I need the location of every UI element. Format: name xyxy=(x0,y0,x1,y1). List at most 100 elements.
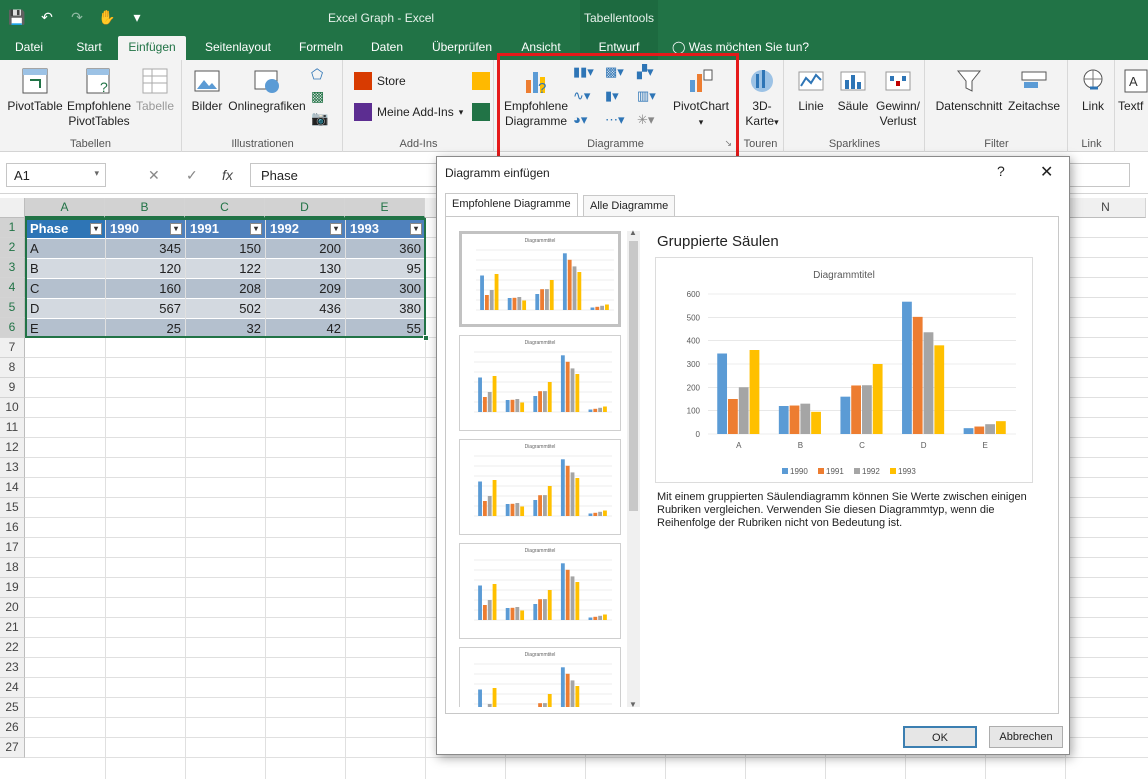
chart-thumbnail[interactable]: Diagrammtitel xyxy=(459,335,621,431)
bar xyxy=(517,297,522,310)
row-header[interactable]: 21 xyxy=(0,618,25,638)
row-header[interactable]: 20 xyxy=(0,598,25,618)
tab-empfohlene-diagramme[interactable]: Empfohlene Diagramme xyxy=(445,193,578,217)
sparkline-linie-button[interactable]: Linie xyxy=(793,66,829,114)
column-header[interactable]: C xyxy=(185,198,265,218)
zeitachse-button[interactable]: Zeitachse xyxy=(1006,66,1062,114)
link-button[interactable]: Link xyxy=(1073,66,1113,114)
chart-thumbnail[interactable]: Diagrammtitel xyxy=(459,543,621,639)
row-header[interactable]: 26 xyxy=(0,718,25,738)
bing-maps-icon[interactable] xyxy=(472,72,490,90)
tab-alle-diagramme[interactable]: Alle Diagramme xyxy=(583,195,676,217)
bar xyxy=(487,600,492,620)
row-header[interactable]: 7 xyxy=(0,338,25,358)
bar xyxy=(902,301,912,434)
bar xyxy=(577,272,582,310)
lightbulb-icon: ◯ xyxy=(672,40,686,54)
onlinegrafiken-button[interactable]: Onlinegrafiken xyxy=(227,66,307,114)
sparkline-gewinn-verlust-button[interactable]: Gewinn/ Verlust xyxy=(873,66,923,129)
row-header[interactable]: 13 xyxy=(0,458,25,478)
tab-start[interactable]: Start xyxy=(66,36,112,60)
tab-datei[interactable]: Datei xyxy=(6,36,52,60)
store-button[interactable]: Store xyxy=(354,72,406,90)
row-header[interactable]: 22 xyxy=(0,638,25,658)
help-icon[interactable]: ? xyxy=(997,163,1005,179)
row-header[interactable]: 15 xyxy=(0,498,25,518)
row-header[interactable]: 24 xyxy=(0,678,25,698)
row-header[interactable]: 17 xyxy=(0,538,25,558)
insert-function-icon[interactable]: fx xyxy=(222,167,233,183)
smartart-icon[interactable]: ▩ xyxy=(311,88,337,110)
cancel-icon[interactable]: ✕ xyxy=(148,167,160,184)
svg-text:A: A xyxy=(1129,74,1138,89)
row-header[interactable]: 16 xyxy=(0,518,25,538)
datenschnitt-button[interactable]: Datenschnitt xyxy=(934,66,1004,114)
quick-access-toolbar: 💾 ↶ ↷ ✋ ▾ xyxy=(6,6,148,28)
tabelle-button[interactable]: Tabelle xyxy=(134,66,176,114)
column-header[interactable]: E xyxy=(345,198,425,218)
tab-daten[interactable]: Daten xyxy=(362,36,412,60)
scroll-thumb[interactable] xyxy=(629,241,638,511)
meine-addins-button[interactable]: Meine Add-Ins ▾ xyxy=(354,103,463,121)
undo-icon[interactable]: ↶ xyxy=(36,6,58,28)
chart-thumbnail[interactable]: Diagrammtitel xyxy=(459,439,621,535)
row-header[interactable]: 10 xyxy=(0,398,25,418)
row-header[interactable]: 12 xyxy=(0,438,25,458)
chart-thumbnail[interactable]: Diagrammtitel xyxy=(459,647,621,707)
bar xyxy=(593,512,598,516)
bar xyxy=(492,584,497,620)
pivottable-button[interactable]: PivotTable xyxy=(4,66,66,114)
name-box[interactable]: A1 ▾ xyxy=(6,163,106,187)
scroll-up-icon[interactable]: ▲ xyxy=(629,228,637,237)
people-graph-icon[interactable] xyxy=(472,103,490,121)
customize-qat-icon[interactable]: ▾ xyxy=(126,6,148,28)
tab-formeln[interactable]: Formeln xyxy=(290,36,352,60)
column-header[interactable]: N xyxy=(1066,198,1146,218)
shapes-icon[interactable]: ⬠ xyxy=(311,66,337,88)
row-header[interactable]: 14 xyxy=(0,478,25,498)
scroll-down-icon[interactable]: ▼ xyxy=(629,700,637,709)
bar xyxy=(492,688,497,707)
textbox-icon: A xyxy=(1124,69,1148,93)
row-header[interactable]: 18 xyxy=(0,558,25,578)
column-header[interactable]: D xyxy=(265,198,345,218)
row-header[interactable]: 23 xyxy=(0,658,25,678)
fill-handle[interactable] xyxy=(423,335,429,341)
close-icon[interactable]: ✕ xyxy=(1040,162,1053,182)
row-header[interactable]: 4 xyxy=(0,278,25,298)
sparkline-saeule-button[interactable]: Säule xyxy=(835,66,871,114)
tab-einfuegen[interactable]: Einfügen xyxy=(118,36,186,60)
thumbs-scrollbar[interactable]: ▲ ▼ xyxy=(627,228,640,709)
textfeld-button[interactable]: A Textf xyxy=(1118,66,1148,114)
row-header[interactable]: 1 xyxy=(0,218,25,238)
thumbnail-chart xyxy=(474,559,612,621)
touch-mode-icon[interactable]: ✋ xyxy=(96,6,118,28)
screenshot-icon[interactable]: 📷 xyxy=(311,110,337,132)
tab-seitenlayout[interactable]: Seitenlayout xyxy=(196,36,280,60)
select-all-corner[interactable] xyxy=(0,198,25,218)
cancel-button[interactable]: Abbrechen xyxy=(989,726,1063,748)
row-header[interactable]: 11 xyxy=(0,418,25,438)
enter-icon[interactable]: ✓ xyxy=(186,167,198,184)
bilder-button[interactable]: Bilder xyxy=(187,66,227,114)
row-header[interactable]: 19 xyxy=(0,578,25,598)
row-header[interactable]: 6 xyxy=(0,318,25,338)
bar xyxy=(515,399,520,412)
empfohlene-pivottables-button[interactable]: ? Empfohlene PivotTables xyxy=(64,66,134,129)
row-header[interactable]: 2 xyxy=(0,238,25,258)
save-icon[interactable]: 💾 xyxy=(6,6,28,28)
row-header[interactable]: 25 xyxy=(0,698,25,718)
column-header[interactable]: A xyxy=(25,198,105,218)
3d-karte-button[interactable]: 3D- Karte▾ xyxy=(742,66,782,130)
tab-ueberpruefen[interactable]: Überprüfen xyxy=(424,36,500,60)
name-box-dropdown-icon[interactable]: ▾ xyxy=(94,168,99,179)
row-header[interactable]: 3 xyxy=(0,258,25,278)
ok-button[interactable]: OK xyxy=(903,726,977,748)
column-header[interactable]: B xyxy=(105,198,185,218)
row-header[interactable]: 9 xyxy=(0,378,25,398)
redo-icon[interactable]: ↷ xyxy=(66,6,88,28)
chart-thumbnail[interactable]: Diagrammtitel xyxy=(459,231,621,327)
row-header[interactable]: 5 xyxy=(0,298,25,318)
row-header[interactable]: 27 xyxy=(0,738,25,758)
row-header[interactable]: 8 xyxy=(0,358,25,378)
